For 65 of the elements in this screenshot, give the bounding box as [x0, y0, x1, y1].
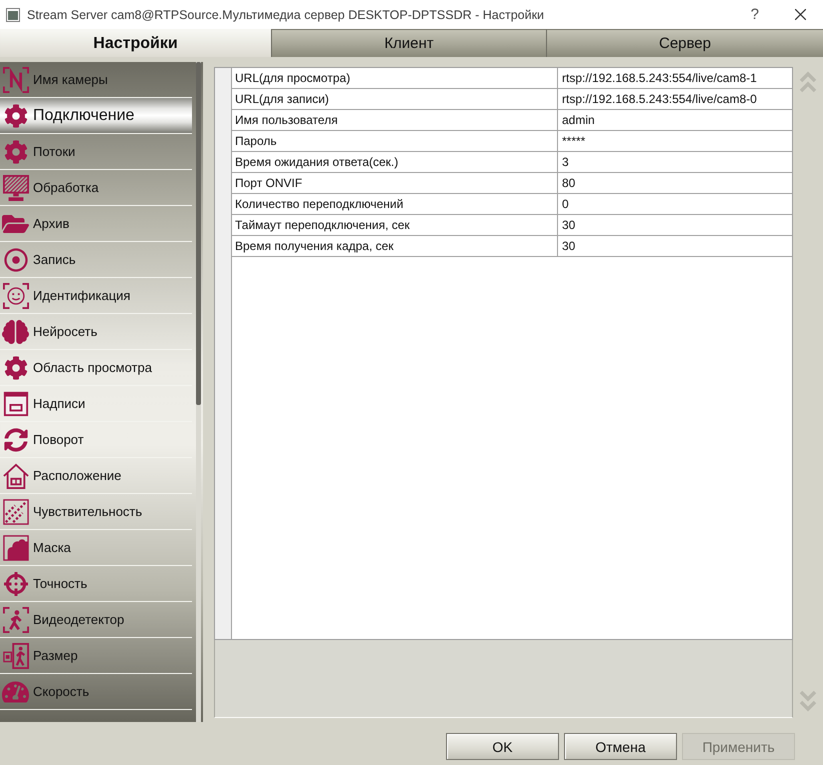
- property-name: Время получения кадра, сек: [232, 236, 558, 256]
- scrollbar-track[interactable]: [196, 62, 201, 722]
- hatched-monitor-icon: [2, 174, 28, 200]
- sidebar-item[interactable]: Скорость: [0, 674, 192, 710]
- window-title: Stream Server cam8@RTPSource.Мультимедиа сервер DESKTOP-DPTSSDR - Настройки: [27, 8, 544, 22]
- rotate-arrows-icon: [4, 428, 28, 452]
- property-name: Имя пользователя: [232, 110, 558, 130]
- crosshair-icon: [4, 572, 28, 596]
- property-value[interactable]: 30: [558, 236, 792, 256]
- dialog-button[interactable]: Отмена: [564, 733, 677, 760]
- sidebar-item[interactable]: Точность: [0, 566, 192, 602]
- sidebar-item[interactable]: Чувствительность: [0, 494, 192, 530]
- property-name: URL(для записи): [232, 89, 558, 109]
- sidebar-item[interactable]: Размер: [0, 638, 192, 674]
- gear-icon: [4, 356, 28, 380]
- sidebar-item[interactable]: Идентификация: [0, 278, 192, 314]
- tab[interactable]: Сервер: [546, 29, 823, 57]
- close-icon[interactable]: [795, 9, 806, 20]
- double-chevron-down-icon[interactable]: [799, 689, 817, 713]
- sidebar-item[interactable]: Расположение: [0, 458, 192, 494]
- property-value[interactable]: 80: [558, 173, 792, 193]
- gear-icon: [4, 104, 28, 128]
- sidebar-item[interactable]: Нейросеть: [0, 314, 192, 350]
- speedometer-icon: [2, 680, 29, 704]
- tab[interactable]: Клиент: [271, 29, 546, 57]
- sidebar-item[interactable]: Обработка: [0, 170, 192, 206]
- scrollbar-thumb[interactable]: [196, 62, 201, 405]
- sidebar-item[interactable]: Подключение: [0, 98, 192, 134]
- frame-n-icon: [2, 66, 28, 92]
- sidebar-item[interactable]: Архив: [0, 206, 192, 242]
- property-value[interactable]: *****: [558, 131, 792, 151]
- dotted-lines-icon: [2, 498, 28, 524]
- gear-icon: [4, 140, 28, 164]
- property-value[interactable]: 3: [558, 152, 792, 172]
- walking-person-icon: [2, 606, 28, 632]
- sidebar-item[interactable]: Запись: [0, 242, 192, 278]
- property-value[interactable]: 30: [558, 215, 792, 235]
- sidebar-item[interactable]: Поворот: [0, 422, 192, 458]
- sidebar-item[interactable]: Надписи: [0, 386, 192, 422]
- sidebar-item[interactable]: Потоки: [0, 134, 192, 170]
- dialog-button[interactable]: OK: [446, 733, 559, 760]
- double-chevron-up-icon[interactable]: [799, 70, 817, 94]
- sidebar-item[interactable]: Маска: [0, 530, 192, 566]
- window-icon: [2, 390, 28, 416]
- help-button[interactable]: ?: [750, 6, 759, 24]
- person-frames-icon: [2, 642, 28, 668]
- house-icon: [2, 462, 28, 488]
- property-value[interactable]: rtsp://192.168.5.243:554/live/cam8-1: [558, 68, 792, 88]
- smiley-frame-icon: [2, 282, 28, 308]
- record-icon: [4, 248, 28, 272]
- property-value[interactable]: admin: [558, 110, 792, 130]
- cloud-frame-icon: [2, 534, 28, 560]
- property-name: Количество переподключений: [232, 194, 558, 214]
- brain-icon: [2, 320, 29, 344]
- property-name: Таймаут переподключения, сек: [232, 215, 558, 235]
- sidebar-item[interactable]: Область просмотра: [0, 350, 192, 386]
- property-name: Пароль: [232, 131, 558, 151]
- property-name: Время ожидания ответа(сек.): [232, 152, 558, 172]
- tab[interactable]: Настройки: [0, 29, 271, 57]
- sidebar-item[interactable]: Видеодетектор: [0, 602, 192, 638]
- property-name: Порт ONVIF: [232, 173, 558, 193]
- property-name: URL(для просмотра): [232, 68, 558, 88]
- app-icon: [6, 8, 20, 22]
- property-value[interactable]: rtsp://192.168.5.243:554/live/cam8-0: [558, 89, 792, 109]
- property-value[interactable]: 0: [558, 194, 792, 214]
